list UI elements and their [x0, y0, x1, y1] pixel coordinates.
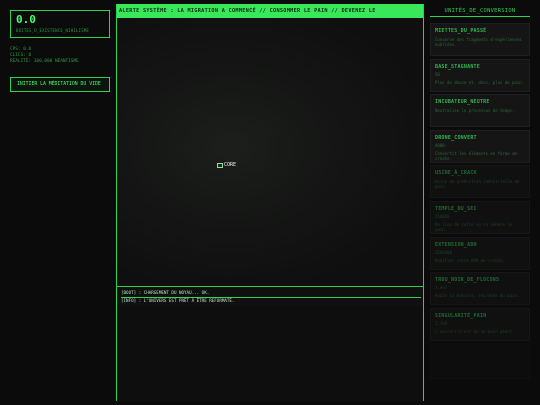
broken-image-icon: [217, 162, 223, 168]
unit-card[interactable]: BASE_STAGNANTE 50 Plus de douce et, donc…: [430, 58, 530, 92]
main-stage-panel: ALERTE SYSTÈME : LA MIGRATION A COMMENCÉ…: [116, 4, 424, 401]
unit-name: USINE_À_CRACK: [435, 170, 477, 177]
console-line: [INFO] : L'UNIVERS EST PRÊT À ÊTRE REFOR…: [121, 296, 421, 305]
stat-reality: RÉALITÉ: 100,000 NÉANTISME: [10, 59, 79, 64]
panel-title: UNITÉS_DE_CONVERSION: [430, 8, 530, 17]
unit-description: Neutralise le processus de temps.: [435, 108, 515, 114]
unit-card[interactable]: TEMPLE_DU_SEC 150000 Un lieu de culte où…: [430, 200, 530, 234]
console-empty-area: [117, 306, 423, 401]
unit-description: Usine de production industrielle de pain…: [435, 179, 520, 190]
unit-name: DRONE_CONVERT: [435, 134, 477, 141]
unit-card[interactable]: TROU_NOIR_DE_FLOCONS 1.4e7 Avale la mati…: [430, 272, 530, 306]
alert-ticker: ALERTE SYSTÈME : LA MIGRATION A COMMENCÉ…: [117, 4, 423, 18]
unit-name: EXTENSION_ADN: [435, 241, 477, 248]
unit-name: TROU_NOIR_DE_FLOCONS: [435, 277, 500, 284]
unit-name: BASE_STAGNANTE: [435, 63, 480, 70]
unit-description: Un lieu de culte où on vénère le pain.: [435, 221, 513, 232]
console-log: [BOOT] : CHARGEMENT DU NOYAU... OK. [INF…: [117, 286, 423, 306]
unit-card[interactable]: MIETTES_DU_PASSÉ Conserve des fragments …: [430, 23, 530, 56]
unit-cost: 50: [435, 71, 440, 77]
unit-cost: 1200000: [435, 249, 452, 255]
unit-description: Plus de douce et, donc, plus de pain.: [435, 79, 525, 85]
unit-card[interactable]: USINE_À_CRACK Usine de production indust…: [430, 165, 530, 199]
left-panel: 0.0 BOITES_D_EXISTENCE_NIHILISME CPS: 0.…: [0, 0, 116, 405]
unit-card[interactable]: DRONE_CONVERT 4000 Convertit les élément…: [430, 129, 530, 163]
meditation-button[interactable]: INITIER LA MÉDITATION DU VIDE: [10, 77, 110, 92]
unit-description: Modifier votre ADN en croûte.: [435, 257, 505, 263]
stage-viewport: CORE: [117, 18, 423, 286]
unit-cost: 150000: [435, 213, 450, 219]
resource-counter: 0.0 BOITES_D_EXISTENCE_NIHILISME: [10, 10, 110, 38]
unit-cost: 4000: [435, 142, 445, 148]
counter-unit: BOITES_D_EXISTENCE_NIHILISME: [16, 28, 90, 33]
unit-list: MIETTES_DU_PASSÉ Conserve des fragments …: [430, 23, 530, 380]
unit-name: INCUBATEUR_NEUTRE: [435, 99, 490, 106]
unit-description: Convertit les éléments en forme de croût…: [435, 150, 517, 161]
unit-description: Avale la matière, recrache du pain.: [435, 293, 520, 299]
core-label: CORE: [224, 162, 237, 168]
unit-name: SINGULARITÉ_PAIN: [435, 312, 487, 319]
unit-card[interactable]: INCUBATEUR_NEUTRE Neutralise le processu…: [430, 94, 530, 128]
unit-cost: 1.7e8: [435, 320, 448, 326]
counter-value: 0.0: [16, 13, 36, 26]
unit-card[interactable]: [430, 343, 530, 380]
unit-card[interactable]: SINGULARITÉ_PAIN 1.7e8 L'univers n'est q…: [430, 307, 530, 341]
core-image[interactable]: CORE: [217, 162, 236, 168]
unit-card[interactable]: EXTENSION_ADN 1200000 Modifier votre ADN…: [430, 236, 530, 270]
unit-cost: 1.4e7: [435, 285, 448, 291]
unit-description: Conserve des fragments d'expériences oub…: [435, 37, 522, 47]
unit-description: L'univers n'est qu'un pain géant.: [435, 328, 515, 334]
unit-name: MIETTES_DU_PASSÉ: [435, 28, 487, 34]
unit-name: TEMPLE_DU_SEC: [435, 205, 477, 212]
stats-block: CPS: 0.0 CLICS: 0 RÉALITÉ: 100,000 NÉANT…: [10, 47, 79, 65]
conversion-units-panel: UNITÉS_DE_CONVERSION MIETTES_DU_PASSÉ Co…: [430, 8, 530, 400]
